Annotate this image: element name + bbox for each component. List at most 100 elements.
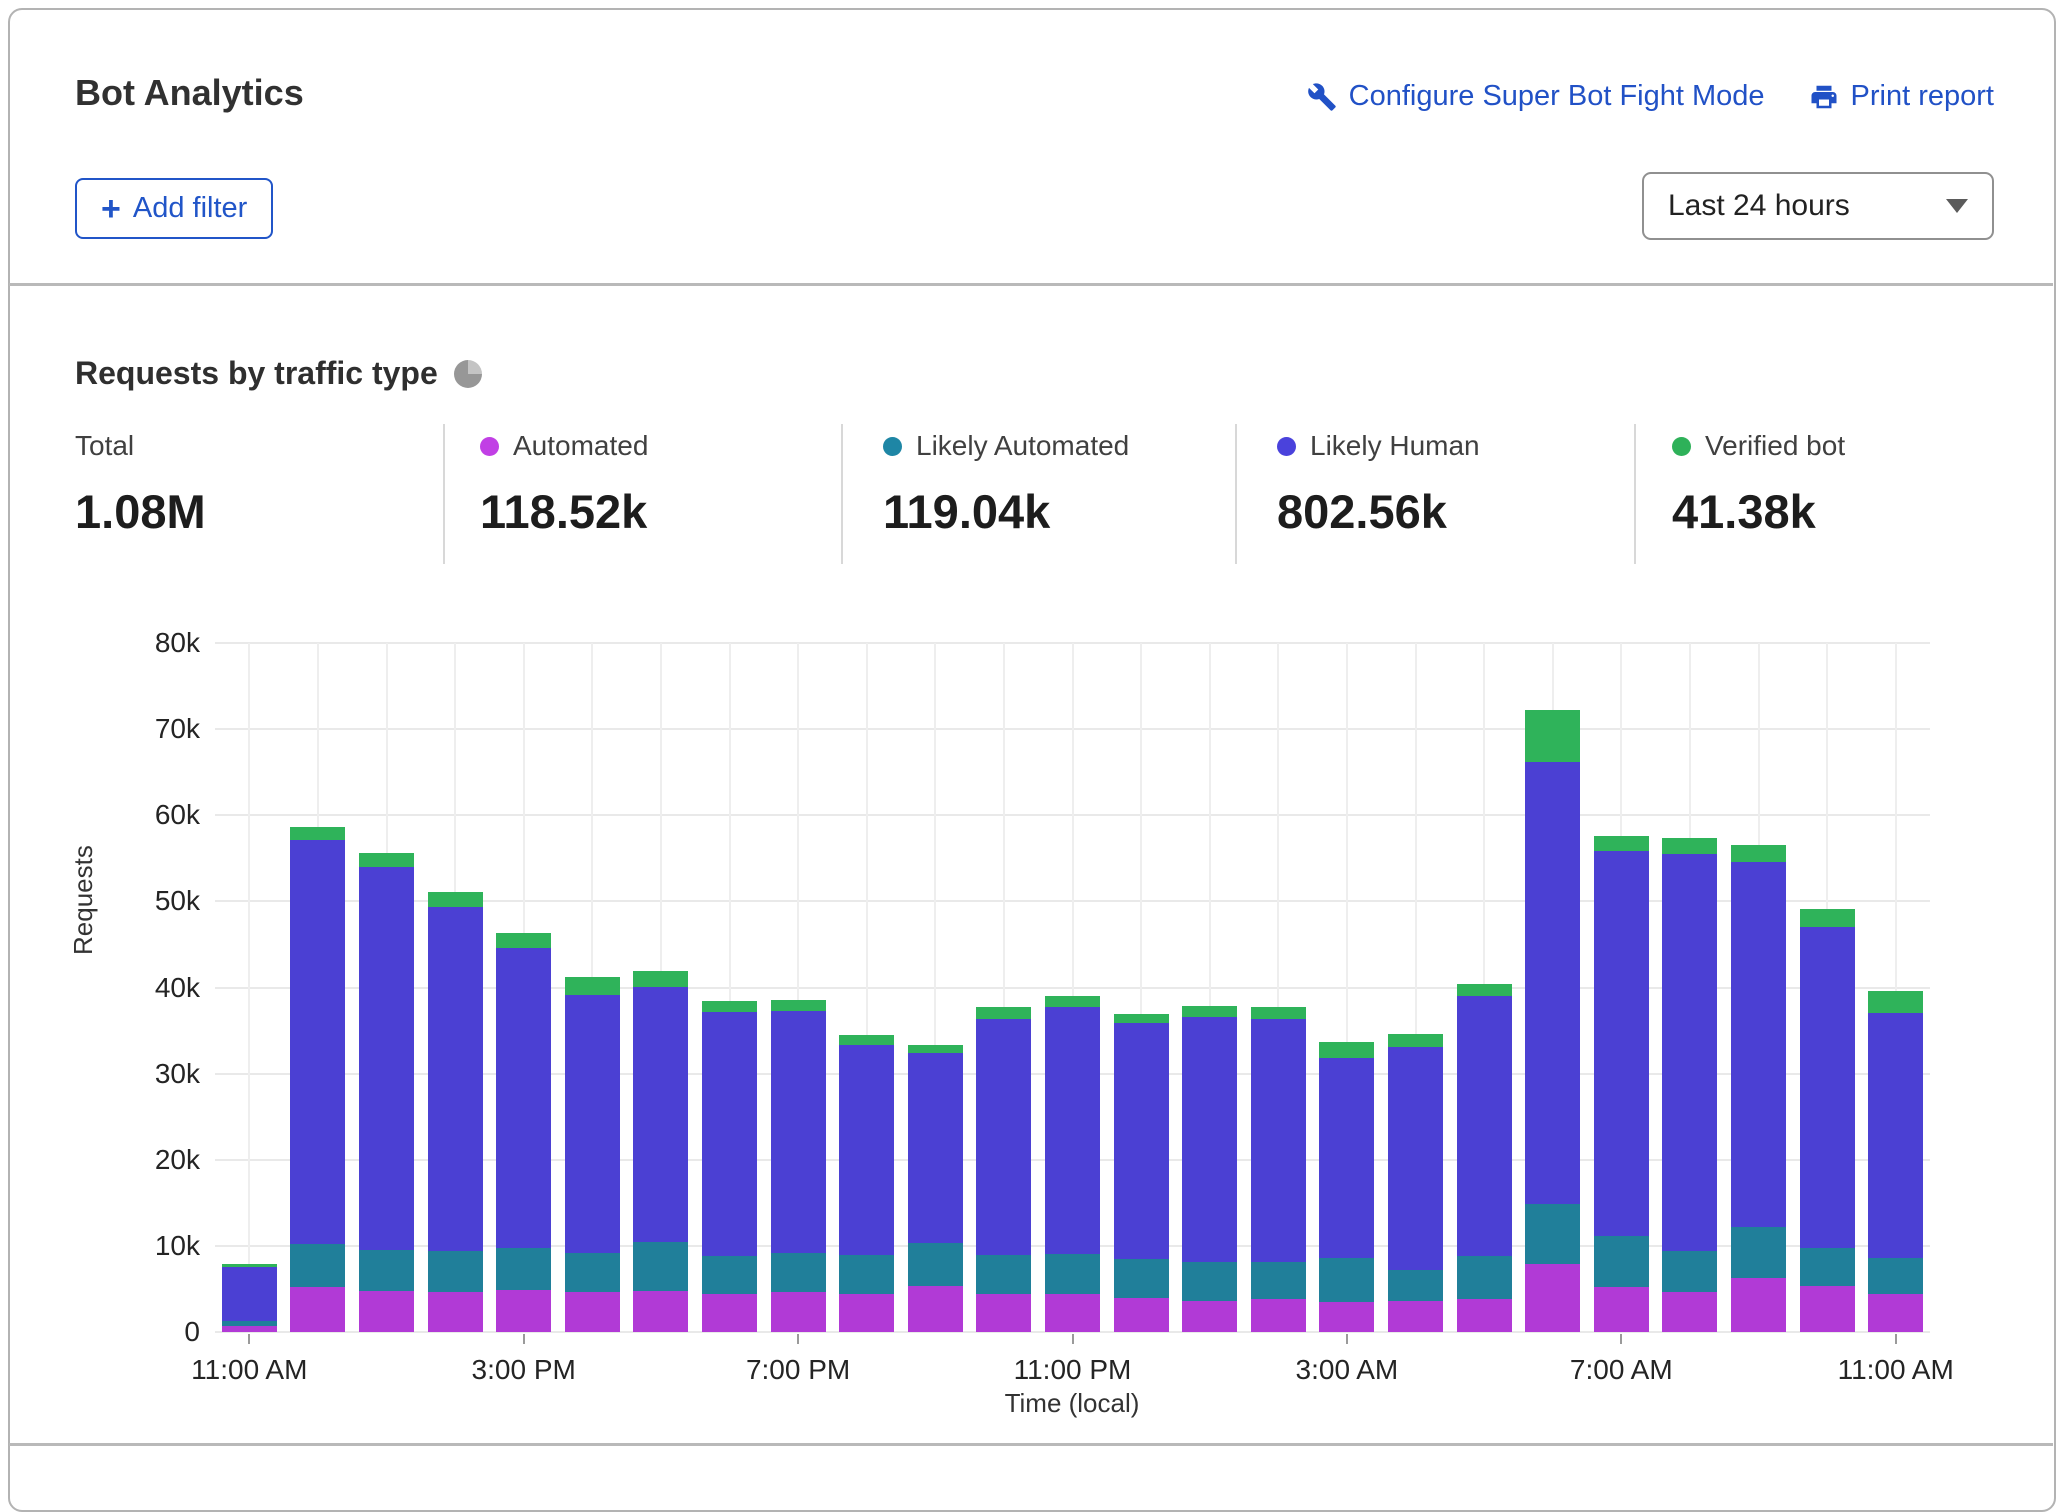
bar-4-00-am[interactable] [1388, 1034, 1443, 1332]
bar-segment-likely-automated [1045, 1254, 1100, 1294]
bar-segment-likely-automated [1251, 1262, 1306, 1299]
pie-chart-icon [454, 360, 482, 388]
stat-automated[interactable]: Automated118.52k [480, 430, 648, 539]
x-tick-label: 11:00 AM [1838, 1354, 1954, 1386]
bar-12-00-pm[interactable] [290, 827, 345, 1332]
y-tick-label: 70k [50, 713, 200, 745]
bar-11-00-am[interactable] [1868, 991, 1923, 1332]
bar-5-00-am[interactable] [1457, 984, 1512, 1332]
print-report-link[interactable]: Print report [1809, 80, 1994, 113]
bar-9-00-am[interactable] [1731, 845, 1786, 1332]
bar-5-00-pm[interactable] [633, 971, 688, 1332]
bar-segment-automated [565, 1292, 620, 1332]
x-tick-mark [248, 1334, 250, 1344]
bar-segment-likely-human [1594, 851, 1649, 1236]
bar-segment-likely-automated [359, 1250, 414, 1290]
bar-segment-likely-human [771, 1011, 826, 1253]
bar-2-00-am[interactable] [1251, 1007, 1306, 1332]
print-link-label: Print report [1851, 80, 1994, 113]
y-tick-label: 80k [50, 627, 200, 659]
bar-segment-verified-bot [771, 1000, 826, 1011]
bar-segment-likely-human [290, 840, 345, 1244]
bar-segment-verified-bot [702, 1001, 757, 1011]
x-tick-label: 3:00 PM [472, 1354, 576, 1386]
bar-4-00-pm[interactable] [565, 977, 620, 1332]
bar-segment-automated [222, 1326, 277, 1332]
bar-segment-likely-human [976, 1019, 1031, 1255]
bar-3-00-pm[interactable] [496, 933, 551, 1332]
bar-segment-likely-human [1251, 1019, 1306, 1263]
bar-segment-verified-bot [633, 971, 688, 987]
bar-10-00-pm[interactable] [976, 1007, 1031, 1332]
legend-dot [1277, 437, 1296, 456]
bar-segment-likely-automated [1114, 1259, 1169, 1298]
bar-11-00-pm[interactable] [1045, 996, 1100, 1332]
bar-segment-likely-human [1662, 854, 1717, 1251]
stat-value: 1.08M [75, 484, 206, 539]
bar-segment-likely-human [633, 987, 688, 1243]
bar-segment-verified-bot [428, 892, 483, 908]
time-range-value: Last 24 hours [1668, 189, 1850, 223]
bar-segment-verified-bot [908, 1045, 963, 1053]
bar-1-00-am[interactable] [1182, 1006, 1237, 1332]
bar-segment-likely-automated [1594, 1236, 1649, 1287]
section-title: Requests by traffic type [75, 355, 438, 392]
bar-segment-automated [428, 1292, 483, 1332]
bar-segment-verified-bot [1731, 845, 1786, 862]
add-filter-button[interactable]: + Add filter [75, 178, 273, 239]
bar-segment-likely-human [1319, 1058, 1374, 1258]
bar-6-00-pm[interactable] [702, 1001, 757, 1332]
bar-segment-likely-automated [1662, 1251, 1717, 1292]
legend-dot [480, 437, 499, 456]
bar-segment-verified-bot [222, 1264, 277, 1267]
bar-11-00-am[interactable] [222, 1264, 277, 1332]
bar-segment-automated [839, 1294, 894, 1332]
bar-segment-likely-human [1457, 996, 1512, 1256]
bar-segment-automated [702, 1294, 757, 1332]
bar-7-00-pm[interactable] [771, 1000, 826, 1332]
bar-segment-likely-human [1868, 1013, 1923, 1258]
bar-segment-likely-automated [1800, 1248, 1855, 1287]
time-range-dropdown[interactable]: Last 24 hours [1642, 172, 1994, 240]
bar-segment-automated [1388, 1301, 1443, 1332]
configure-link-label: Configure Super Bot Fight Mode [1349, 80, 1765, 113]
bar-7-00-am[interactable] [1594, 836, 1649, 1332]
y-tick-label: 10k [50, 1230, 200, 1262]
bar-segment-likely-automated [1182, 1262, 1237, 1301]
bar-segment-automated [1731, 1278, 1786, 1332]
x-tick-mark [1346, 1334, 1348, 1344]
bar-segment-automated [1251, 1299, 1306, 1332]
configure-super-bot-fight-mode-link[interactable]: Configure Super Bot Fight Mode [1307, 80, 1765, 113]
bar-1-00-pm[interactable] [359, 853, 414, 1332]
add-filter-label: Add filter [133, 192, 247, 225]
bar-segment-verified-bot [496, 933, 551, 948]
bar-8-00-am[interactable] [1662, 838, 1717, 1332]
bar-segment-likely-human [1114, 1023, 1169, 1259]
legend-dot [1672, 437, 1691, 456]
header-actions: Configure Super Bot Fight Mode Print rep… [1307, 80, 1994, 113]
stat-likely-human[interactable]: Likely Human802.56k [1277, 430, 1480, 539]
y-tick-label: 30k [50, 1058, 200, 1090]
stat-total[interactable]: Total1.08M [75, 430, 206, 539]
bar-segment-likely-human [1800, 927, 1855, 1247]
bar-segment-verified-bot [1388, 1034, 1443, 1047]
x-tick-label: 7:00 AM [1570, 1354, 1673, 1386]
stat-verified-bot[interactable]: Verified bot41.38k [1672, 430, 1845, 539]
bar-2-00-pm[interactable] [428, 892, 483, 1332]
y-tick-label: 50k [50, 885, 200, 917]
bar-9-00-pm[interactable] [908, 1045, 963, 1332]
bar-segment-likely-human [359, 867, 414, 1250]
x-tick-mark [1620, 1334, 1622, 1344]
stat-divider [841, 424, 843, 564]
stat-likely-automated[interactable]: Likely Automated119.04k [883, 430, 1129, 539]
bar-8-00-pm[interactable] [839, 1035, 894, 1332]
bar-10-00-am[interactable] [1800, 909, 1855, 1332]
bar-segment-likely-automated [1731, 1227, 1786, 1278]
bar-6-00-am[interactable] [1525, 710, 1580, 1332]
bar-3-00-am[interactable] [1319, 1042, 1374, 1332]
legend-dot [883, 437, 902, 456]
wrench-icon [1307, 82, 1337, 112]
bar-segment-likely-automated [771, 1253, 826, 1293]
bar-12-00-am[interactable] [1114, 1014, 1169, 1332]
bar-segment-likely-automated [496, 1248, 551, 1290]
